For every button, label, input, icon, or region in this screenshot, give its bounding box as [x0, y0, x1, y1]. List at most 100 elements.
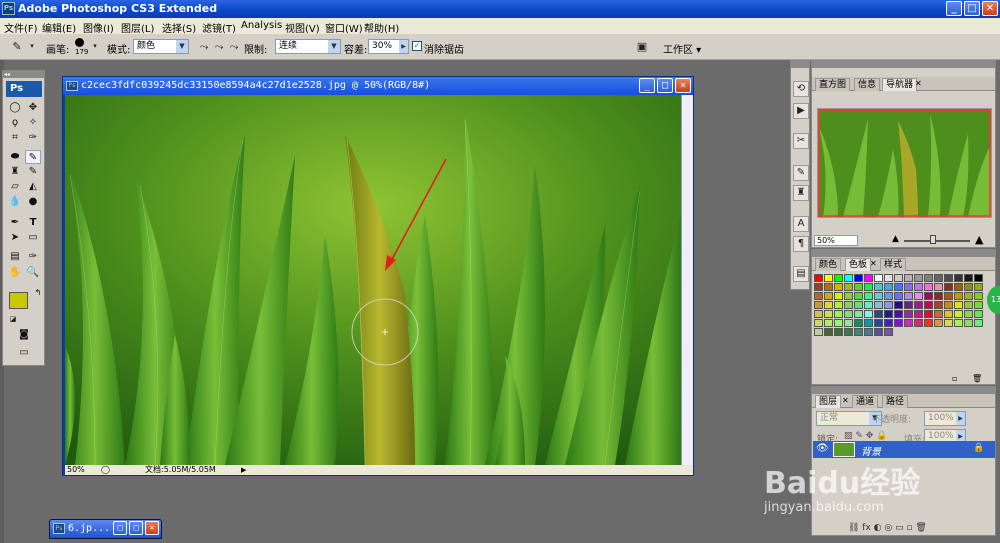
limits-select[interactable]: 连续 ▼ — [275, 39, 341, 54]
notes-tool-icon[interactable]: ▤ — [7, 250, 23, 264]
minidoc-close-button[interactable]: ✕ — [145, 521, 159, 535]
color-swatch[interactable] — [944, 274, 953, 282]
color-swatch[interactable] — [954, 283, 963, 291]
color-swatch[interactable] — [934, 310, 943, 318]
color-swatch[interactable] — [874, 283, 883, 291]
color-swatch[interactable] — [904, 283, 913, 291]
color-swatch[interactable] — [964, 292, 973, 300]
color-swatch[interactable] — [944, 319, 953, 327]
color-swatch[interactable] — [884, 319, 893, 327]
color-swatch[interactable] — [884, 292, 893, 300]
color-swatch[interactable] — [944, 292, 953, 300]
tab-layers[interactable]: 图层 — [815, 395, 842, 408]
color-swatch[interactable] — [894, 274, 903, 282]
marquee-tool-icon[interactable]: ◯ — [7, 101, 23, 115]
sampling-background-icon[interactable]: ⤳ — [227, 40, 241, 53]
type-tool-icon[interactable]: T — [25, 216, 41, 230]
brush-preview-icon[interactable] — [75, 38, 84, 47]
zoom-slider-track[interactable] — [904, 240, 970, 242]
pen-tool-icon[interactable]: ✒ — [7, 216, 23, 230]
color-swatch[interactable] — [894, 319, 903, 327]
color-swatch[interactable] — [914, 292, 923, 300]
history-panel-icon[interactable]: ⟲ — [793, 81, 809, 97]
path-selection-tool-icon[interactable]: ➤ — [7, 231, 23, 245]
tool-preset-dropdown-icon[interactable]: ▾ — [25, 40, 39, 53]
color-swatch[interactable] — [824, 283, 833, 291]
doc-maximize-button[interactable]: □ — [657, 78, 673, 93]
color-swatch[interactable] — [864, 319, 873, 327]
minimized-document[interactable]: Ps 6.jp... □ □ ✕ — [49, 519, 162, 539]
color-swatch[interactable] — [844, 274, 853, 282]
color-swatch[interactable] — [924, 301, 933, 309]
color-swatch[interactable] — [954, 292, 963, 300]
color-swatch[interactable] — [954, 274, 963, 282]
color-swatch[interactable] — [884, 301, 893, 309]
maximize-button[interactable]: □ — [964, 1, 980, 16]
workspace-menu[interactable]: 工作区 ▾ — [663, 41, 701, 56]
color-swatch[interactable] — [894, 283, 903, 291]
layer-row-background[interactable]: 👁 背景 🔒 — [813, 441, 995, 458]
sampling-continuous-icon[interactable]: ⤳ — [197, 40, 211, 53]
color-swatch[interactable] — [844, 301, 853, 309]
color-swatch[interactable] — [844, 283, 853, 291]
color-swatch[interactable] — [834, 319, 843, 327]
color-swatch[interactable] — [954, 310, 963, 318]
blur-tool-icon[interactable]: 💧 — [7, 195, 23, 209]
default-colors-icon[interactable]: ◪ — [5, 312, 21, 326]
color-swatch[interactable] — [904, 319, 913, 327]
color-swatch[interactable] — [934, 292, 943, 300]
close-tab-icon[interactable]: ✕ — [915, 79, 922, 88]
color-swatch[interactable] — [834, 292, 843, 300]
color-swatch[interactable] — [974, 310, 983, 318]
tab-channels[interactable]: 通道 — [852, 395, 879, 408]
shape-tool-icon[interactable]: ▭ — [25, 231, 41, 245]
brush-picker-dropdown-icon[interactable]: ▾ — [88, 40, 102, 53]
menu-select[interactable]: 选择(S) — [162, 20, 196, 35]
hand-tool-icon[interactable]: ✋ — [7, 266, 23, 280]
color-swatch[interactable] — [874, 274, 883, 282]
file-browser-icon[interactable]: ▣ — [633, 40, 651, 53]
color-swatch[interactable] — [864, 283, 873, 291]
swatches-panel-header[interactable] — [812, 250, 995, 257]
color-swatch[interactable] — [904, 301, 913, 309]
navigator-panel-header[interactable] — [812, 61, 995, 68]
menu-window[interactable]: 窗口(W) — [325, 20, 363, 35]
status-menu-arrow-icon[interactable]: ▶ — [241, 465, 246, 475]
tolerance-input[interactable]: 30% ▶ — [368, 39, 409, 54]
dock-header[interactable] — [791, 61, 809, 68]
tab-styles[interactable]: 样式 — [880, 258, 907, 271]
menu-analysis[interactable]: Analysis — [241, 20, 282, 31]
color-swatch[interactable] — [864, 274, 873, 282]
clone-stamp-tool-icon[interactable]: ♜ — [7, 165, 23, 179]
color-swatch[interactable] — [874, 319, 883, 327]
tab-paths[interactable]: 路径 — [882, 395, 909, 408]
new-swatch-icon[interactable]: ▫ — [952, 374, 957, 383]
layer-comps-panel-icon[interactable]: ▤ — [793, 266, 809, 282]
color-swatch[interactable] — [914, 274, 923, 282]
color-swatch[interactable] — [854, 310, 863, 318]
eyedropper-tool-icon[interactable]: ✑ — [25, 131, 41, 145]
color-swatch[interactable] — [814, 310, 823, 318]
healing-brush-tool-icon[interactable]: ⬬ — [7, 150, 23, 164]
brush-tool-icon[interactable]: ✎ — [25, 150, 41, 164]
color-swatch[interactable] — [814, 274, 823, 282]
tab-navigator[interactable]: 导航器 — [882, 78, 918, 91]
visibility-eye-icon[interactable]: 👁 — [816, 443, 829, 454]
history-brush-tool-icon[interactable]: ✎ — [25, 165, 41, 179]
layer-footer-icons[interactable]: ⛓ fx ◐ ◎ ▭ ▫ 🗑 — [848, 523, 927, 533]
vertical-scrollbar[interactable] — [681, 95, 693, 465]
color-swatch[interactable] — [814, 301, 823, 309]
color-swatch[interactable] — [814, 283, 823, 291]
color-swatch[interactable] — [914, 283, 923, 291]
dodge-tool-icon[interactable]: ● — [25, 195, 41, 209]
color-swatch[interactable] — [824, 319, 833, 327]
layers-panel-header[interactable] — [812, 387, 995, 394]
color-swatch[interactable] — [904, 292, 913, 300]
menu-view[interactable]: 视图(V) — [285, 20, 320, 35]
actions-panel-icon[interactable]: ▶ — [793, 103, 809, 119]
mode-select[interactable]: 颜色 ▼ — [133, 39, 189, 54]
color-swatch[interactable] — [824, 328, 833, 336]
doc-minimize-button[interactable]: _ — [639, 78, 655, 93]
color-swatch[interactable] — [864, 328, 873, 336]
color-swatch[interactable] — [964, 301, 973, 309]
